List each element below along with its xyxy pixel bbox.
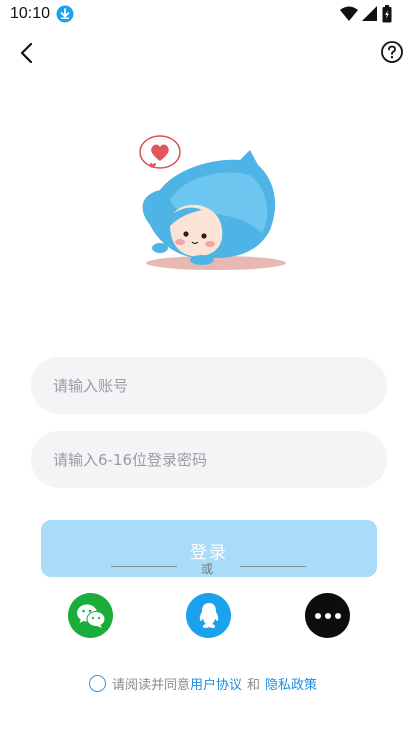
wechat-icon — [76, 604, 105, 628]
signal-icon — [362, 6, 378, 26]
privacy-policy-link[interactable]: 隐私政策 — [265, 674, 317, 693]
help-icon — [381, 41, 403, 63]
qq-penguin-icon — [199, 602, 218, 628]
download-icon — [56, 5, 74, 23]
divider-text: 或 — [201, 562, 214, 576]
user-agreement-link[interactable]: 用户协议 — [190, 674, 242, 693]
help-button[interactable] — [380, 40, 404, 64]
divider-line-left — [111, 566, 177, 567]
mascot-illustration — [130, 130, 290, 275]
agreement-checkbox[interactable] — [89, 675, 106, 692]
agreement-row: 请阅读并同意 用户协议 和 隐私政策 — [89, 674, 317, 693]
agreement-prefix: 请阅读并同意 — [112, 678, 191, 693]
password-field[interactable] — [31, 431, 387, 488]
password-input[interactable] — [31, 431, 387, 488]
wifi-icon — [340, 6, 358, 26]
more-dots-icon — [314, 612, 341, 619]
account-field[interactable] — [31, 357, 387, 414]
wechat-login-button[interactable] — [68, 593, 113, 638]
back-button[interactable] — [14, 40, 40, 66]
divider-line-right — [240, 566, 306, 567]
status-time: 10:10 — [10, 5, 51, 22]
account-input[interactable] — [31, 357, 387, 414]
status-icons — [340, 5, 392, 27]
more-login-button[interactable] — [305, 593, 350, 638]
qq-login-button[interactable] — [186, 593, 231, 638]
battery-icon — [382, 5, 392, 27]
status-bar: 10:10 — [0, 0, 418, 30]
agreement-and: 和 — [247, 678, 261, 693]
back-arrow-icon — [20, 42, 33, 64]
